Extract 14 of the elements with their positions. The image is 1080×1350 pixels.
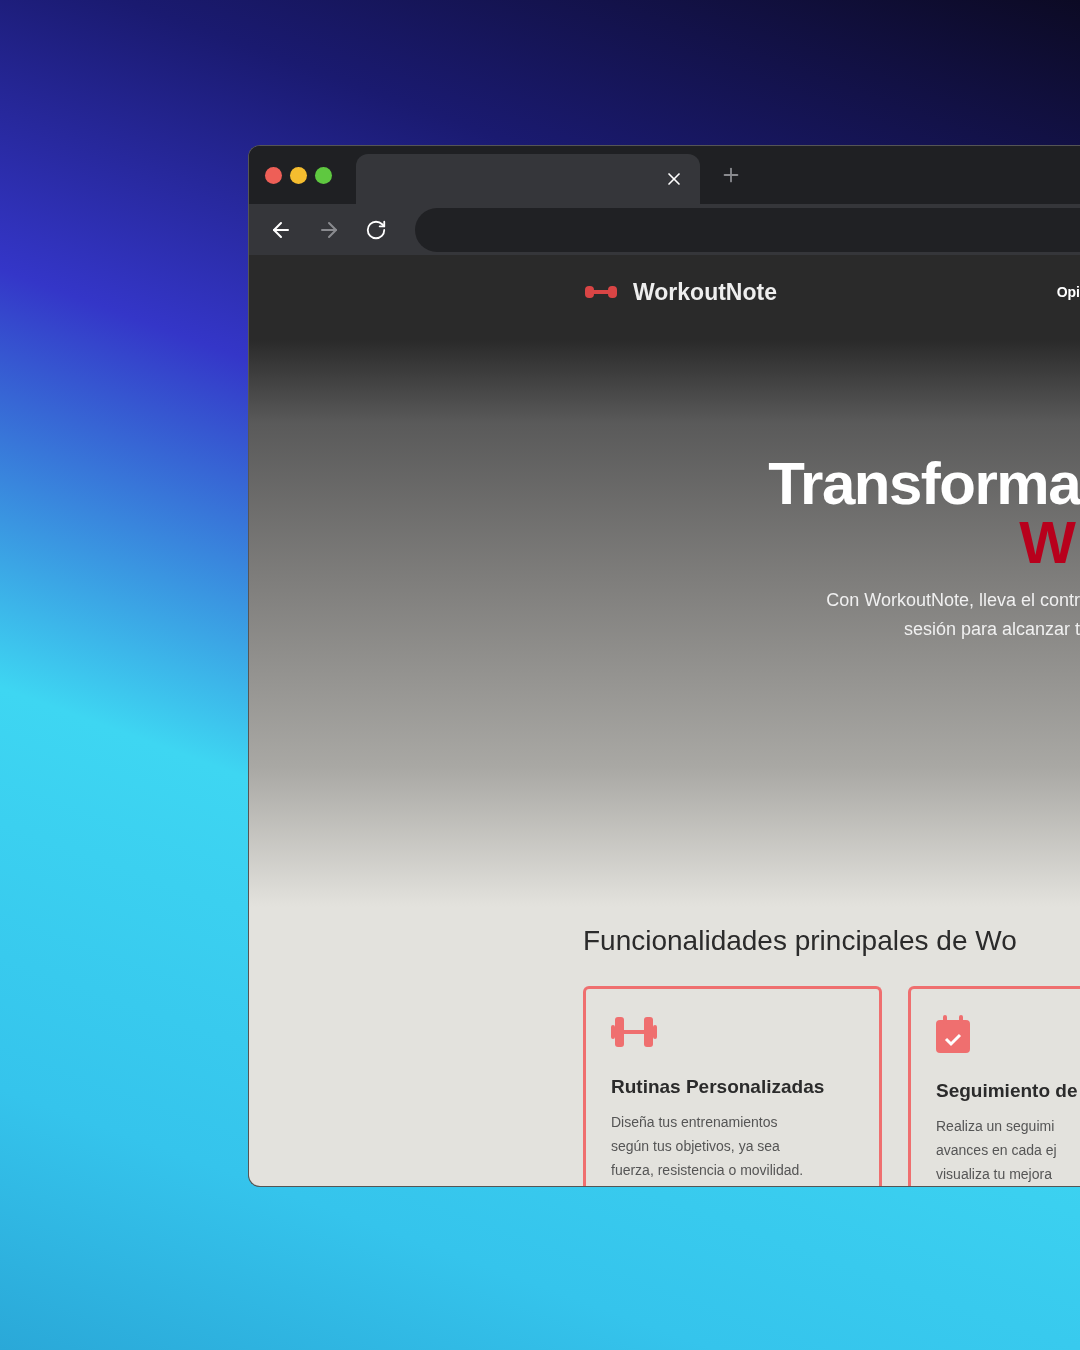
hero-title: Transforma <box>768 452 1080 516</box>
nav-link[interactable]: Opi <box>1056 281 1080 303</box>
logo-text[interactable]: WorkoutNote <box>633 274 777 310</box>
card-description: Diseña tus entrenamientos según tus objetivos, ya sea fuerza, resistencia o movilidad. <box>611 1112 805 1180</box>
dumbbell-logo-icon <box>585 284 617 300</box>
reload-icon[interactable] <box>365 218 387 241</box>
card-title: Rutinas Personalizadas <box>611 1075 826 1099</box>
calendar-check-icon <box>936 1015 970 1053</box>
dumbbell-icon <box>611 1015 657 1049</box>
section-title: Funcionalidades principales de Wo <box>583 924 1018 958</box>
hero-subtitle: Con WorkoutNote, lleva el contr sesión para alcanzar t <box>826 589 1080 641</box>
card-title: Seguimiento de <box>936 1079 1079 1103</box>
hero-highlight: W <box>1019 516 1077 570</box>
card-description: Realiza un seguimi avances en cada ej visualiza tu mejora <box>936 1116 1058 1184</box>
